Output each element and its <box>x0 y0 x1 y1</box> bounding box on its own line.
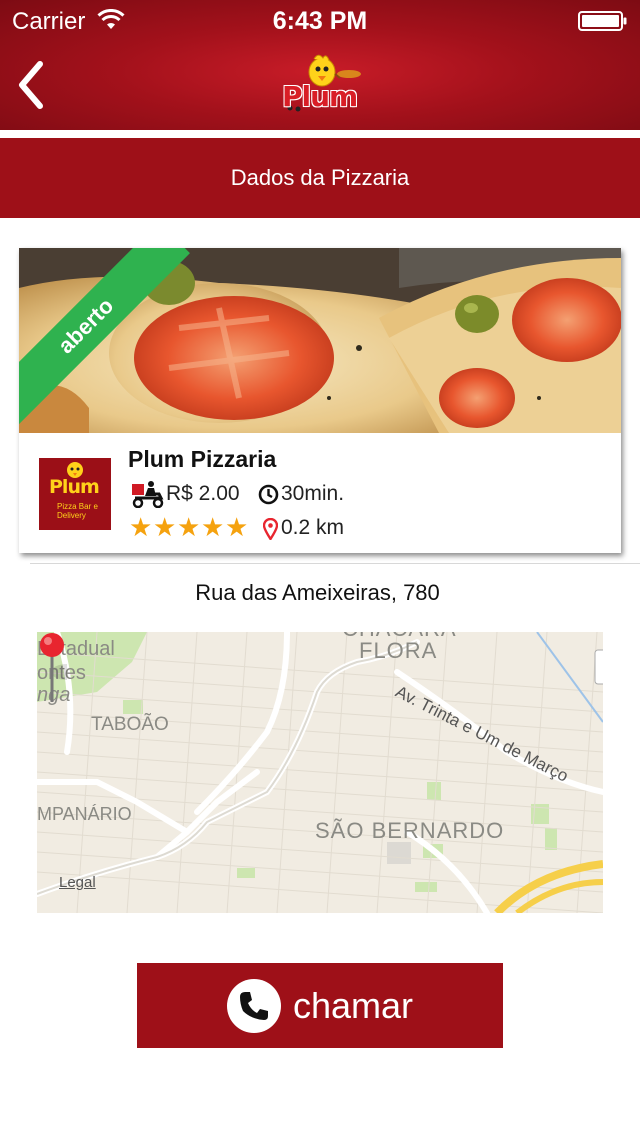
battery-icon <box>578 11 627 31</box>
chevron-left-icon <box>19 61 43 109</box>
pizzeria-logo-wordmark: Plum <box>49 476 100 498</box>
header-separator <box>0 130 640 138</box>
clock-icon <box>258 484 279 505</box>
star-icon: ★ <box>201 512 225 542</box>
pizza-photo: aberto <box>19 248 621 433</box>
app-logo: Plum <box>278 52 364 116</box>
star-icon: ★ <box>225 512 249 542</box>
distance: 0.2 km <box>281 516 345 539</box>
map-label-sao-bernardo: SÃO BERNARDO <box>315 818 505 843</box>
section-header: Dados da Pizzaria <box>0 138 640 218</box>
open-status-badge: aberto <box>19 248 190 430</box>
map-legal-link[interactable]: Legal <box>59 874 96 891</box>
map-label-campanario: MPANÁRIO <box>37 804 132 824</box>
delivery-time: 30min. <box>281 482 345 505</box>
call-button-label: chamar <box>292 984 414 1026</box>
call-button[interactable]: chamar <box>137 963 503 1048</box>
delivery-fee: R$ 2.00 <box>166 482 240 505</box>
rating-stars: ★ ★ ★ ★ ★ <box>129 512 249 542</box>
map-streets <box>37 632 603 913</box>
section-title: Dados da Pizzaria <box>230 165 410 190</box>
status-bar: Carrier 6:43 PM <box>0 0 640 40</box>
star-icon: ★ <box>177 512 201 542</box>
status-ribbon: aberto <box>19 248 204 433</box>
status-time: 6:43 PM <box>272 7 368 35</box>
back-button[interactable] <box>10 58 54 112</box>
pizzeria-logo: Plum Pizza Bar e Delivery <box>39 458 111 530</box>
navigation-bar: Carrier 6:43 PM Plum <box>0 0 640 130</box>
location-pin-icon <box>263 518 278 540</box>
pizzeria-logo-subtext: Pizza Bar e Delivery <box>57 502 98 520</box>
star-icon: ★ <box>129 512 153 542</box>
map-location-pin-icon[interactable] <box>37 632 67 706</box>
map-view[interactable]: Estadual ontes nga CHÁCARA FLORA TABOÃO … <box>37 632 603 913</box>
map-label-flora: FLORA <box>359 638 438 663</box>
delivery-scooter-icon <box>132 481 164 508</box>
address: Rua das Ameixeiras, 780 <box>195 580 440 605</box>
screen: Carrier 6:43 PM Plum Dados da Pizzaria a… <box>0 0 640 1136</box>
pizzeria-name: Plum Pizzaria <box>128 446 277 472</box>
map-label-taboao: TABOÃO <box>91 714 169 735</box>
logo-wordmark: Plum <box>282 80 358 113</box>
pizzeria-card[interactable]: aberto Plum Pizza Bar e Delivery Plum Pi… <box>19 248 621 553</box>
divider <box>30 563 640 564</box>
star-icon: ★ <box>153 512 177 542</box>
phone-icon <box>226 978 281 1033</box>
